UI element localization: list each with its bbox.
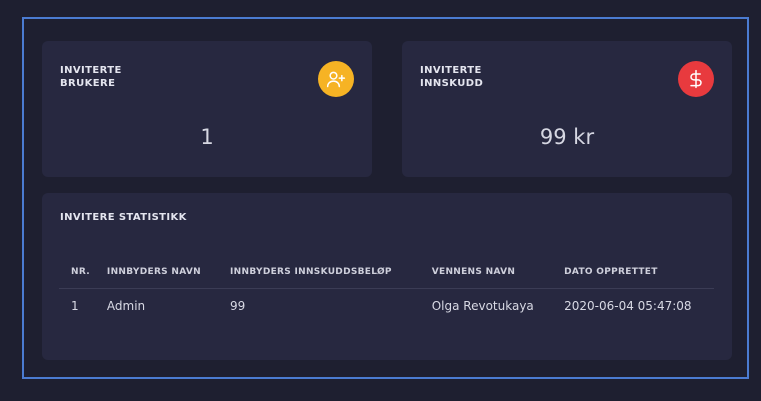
cell-friend-name: Olga Revotukaya <box>431 299 534 313</box>
column-header-friend-name: VENNENS NAVN <box>419 259 553 289</box>
cell-nr: 1 <box>71 299 79 313</box>
user-plus-icon <box>318 61 354 97</box>
invited-deposits-card: INVITERTE INNSKUDD 99 kr <box>402 41 732 177</box>
table-header-row: NR. INNBYDERS NAVN INNBYDERS INNSKUDDSBE… <box>59 259 714 289</box>
invite-statistics-table: NR. INNBYDERS NAVN INNBYDERS INNSKUDDSBE… <box>59 259 714 323</box>
cell-inviter-name: Admin <box>106 299 146 313</box>
invited-deposits-title: INVITERTE INNSKUDD <box>420 64 550 90</box>
table-row: 1 Admin 99 Olga Revotukaya 2020-06-04 05… <box>59 289 714 324</box>
dollar-icon <box>678 61 714 97</box>
invited-users-title-line2: BRUKERE <box>60 78 116 89</box>
invited-deposits-title-line2: INNSKUDD <box>420 78 484 89</box>
invited-users-card: INVITERTE BRUKERE 1 <box>42 41 372 177</box>
column-header-date-created: DATO OPPRETTET <box>552 259 714 289</box>
invited-users-title: INVITERTE BRUKERE <box>60 64 190 90</box>
invited-users-title-line1: INVITERTE <box>60 65 122 76</box>
invite-statistics-title: INVITERE STATISTIKK <box>60 212 187 223</box>
invited-deposits-value: 99 kr <box>539 125 595 149</box>
cell-date-created: 2020-06-04 05:47:08 <box>564 299 692 313</box>
invited-users-value: 1 <box>200 125 214 149</box>
column-header-inviter-name: INNBYDERS NAVN <box>94 259 219 289</box>
cell-inviter-deposit: 99 <box>230 299 246 313</box>
invited-deposits-title-line1: INVITERTE <box>420 65 482 76</box>
column-header-nr: NR. <box>59 259 95 289</box>
column-header-inviter-deposit: INNBYDERS INNSKUDDSBELØP <box>218 259 420 289</box>
invite-statistics-card: INVITERE STATISTIKK NR. INNBYDERS NAVN I… <box>42 193 732 360</box>
